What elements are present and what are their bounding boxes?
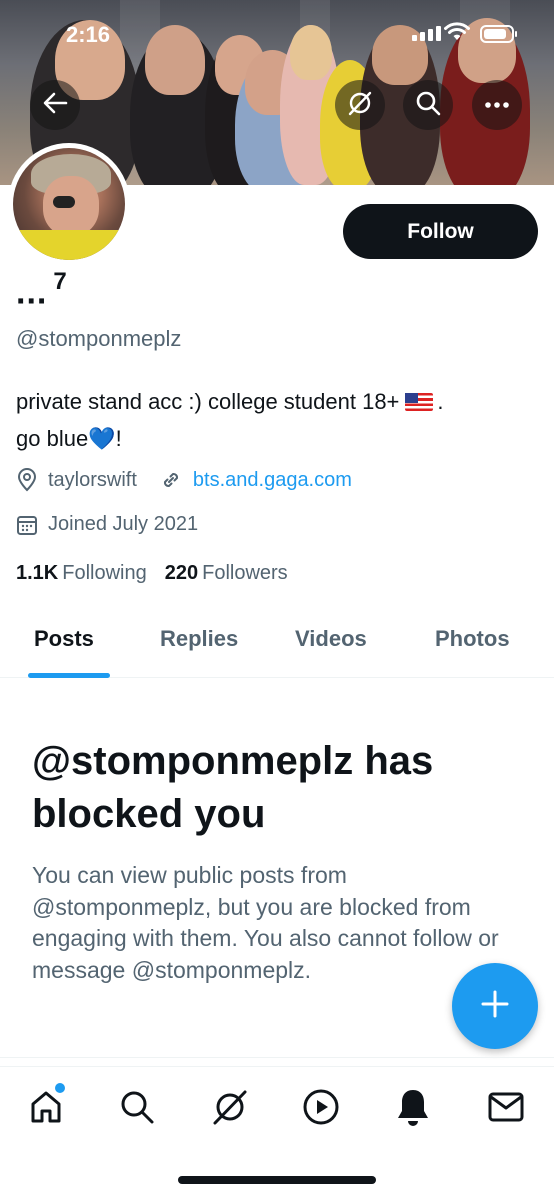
bio-line-1-end: .	[437, 389, 444, 414]
avatar[interactable]	[8, 143, 130, 265]
status-bar: 2:16	[0, 0, 554, 58]
tab-videos[interactable]: Videos	[295, 626, 367, 652]
home-indicator[interactable]	[178, 1176, 376, 1184]
avatar-image	[13, 148, 125, 260]
profile-location: taylorswift	[48, 468, 137, 491]
search-icon	[415, 90, 441, 121]
display-name-text: ...	[16, 273, 48, 312]
nav-messages[interactable]	[484, 1087, 528, 1131]
nav-grok[interactable]	[208, 1087, 252, 1131]
nav-notifications[interactable]	[391, 1087, 435, 1131]
divider	[0, 1057, 554, 1058]
plus-icon	[479, 988, 511, 1025]
following-stat[interactable]: 1.1K Following	[16, 562, 147, 585]
home-notification-dot	[55, 1083, 65, 1093]
search-icon	[118, 1088, 156, 1131]
followers-stat[interactable]: 220 Followers	[165, 562, 288, 585]
tab-photos[interactable]: Photos	[435, 626, 510, 652]
display-name: ... 7	[16, 268, 68, 312]
blocked-message: You can view public posts from @stomponm…	[32, 862, 499, 983]
nav-home[interactable]	[24, 1087, 68, 1131]
us-flag-icon	[405, 393, 434, 411]
more-icon	[484, 96, 510, 114]
tab-posts[interactable]: Posts	[34, 626, 94, 652]
blue-heart-icon: 💙	[88, 426, 116, 451]
following-count: 1.1K	[16, 562, 59, 584]
blocked-title: @stomponmeplz has blocked you	[32, 739, 434, 836]
search-button[interactable]	[403, 80, 453, 130]
notifications-icon	[394, 1087, 432, 1132]
profile-tabs: Posts Replies Videos Photos	[0, 606, 554, 678]
bio-line-1: private stand acc :) college student 18+	[16, 389, 400, 414]
followers-count: 220	[164, 562, 199, 584]
grok-icon	[210, 1087, 250, 1132]
back-arrow-icon	[42, 91, 68, 120]
following-label: Following	[62, 562, 147, 584]
wifi-icon	[444, 22, 470, 47]
bio-line-2: go blue	[16, 426, 89, 451]
status-time: 2:16	[66, 22, 111, 47]
grok-icon	[346, 89, 374, 122]
more-options-button[interactable]	[472, 80, 522, 130]
nav-video[interactable]	[299, 1087, 343, 1131]
profile-joined: Joined July 2021	[48, 513, 199, 535]
profile-handle: @stomponmeplz	[16, 326, 182, 351]
battery-icon	[480, 25, 517, 43]
cellular-signal-icon	[412, 26, 441, 41]
profile-website-link[interactable]: bts.and.gaga.com	[193, 469, 352, 492]
follow-button[interactable]: Follow	[343, 204, 538, 259]
compose-post-button[interactable]	[452, 963, 538, 1049]
link-icon	[159, 468, 183, 492]
active-tab-indicator	[28, 673, 110, 678]
calendar-icon	[16, 514, 38, 536]
location-pin-icon	[16, 468, 38, 492]
grok-button[interactable]	[335, 80, 385, 130]
profile-joined-row: Joined July 2021	[16, 513, 198, 536]
profile-stats: 1.1K Following 220 Followers	[16, 562, 288, 585]
video-icon	[302, 1088, 340, 1131]
bio-line-2-end: !	[115, 426, 122, 451]
home-icon	[26, 1087, 66, 1132]
profile-meta: taylorswift bts.and.gaga.com	[16, 468, 352, 492]
nav-search[interactable]	[115, 1087, 159, 1131]
tab-replies[interactable]: Replies	[160, 626, 238, 652]
back-button[interactable]	[30, 80, 80, 130]
profile-bio: private stand acc :) college student 18+…	[16, 383, 536, 457]
display-name-suffix: 7	[53, 268, 68, 295]
followers-label: Followers	[202, 562, 288, 584]
messages-icon	[487, 1090, 525, 1129]
